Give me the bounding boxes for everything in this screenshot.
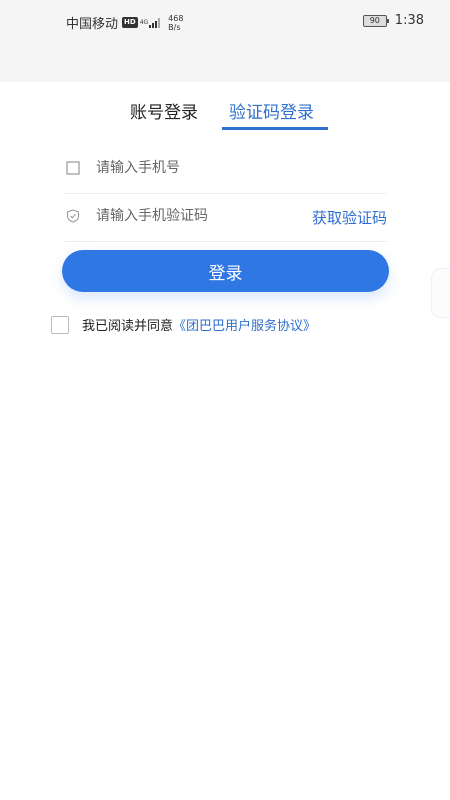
status-left: 中国移动 HD 4G 468 B/s <box>66 13 183 33</box>
login-tabs: 账号登录 验证码登录 <box>0 82 450 132</box>
network-type: 4G <box>139 19 149 26</box>
login-button[interactable]: 登录 <box>62 250 389 292</box>
tab-code-login[interactable]: 验证码登录 <box>229 98 314 123</box>
network-speed: 468 B/s <box>168 14 183 32</box>
hd-badge: HD <box>122 17 138 28</box>
agreement-text: 我已阅读并同意 <box>82 319 174 334</box>
get-code-button[interactable]: 获取验证码 <box>312 207 387 228</box>
tab-account-login[interactable]: 账号登录 <box>130 98 198 123</box>
status-bar: 中国移动 HD 4G 468 B/s 90 1:38 <box>0 0 450 82</box>
shield-icon <box>66 209 80 223</box>
battery-icon: 90 <box>362 14 389 27</box>
side-edge-handle <box>431 268 450 318</box>
carrier-name: 中国移动 <box>66 17 119 32</box>
agreement-link[interactable]: 《团巴巴用户服务协议》 <box>173 315 316 334</box>
code-field: 获取验证码 <box>64 193 387 242</box>
status-right: 90 1:38 <box>362 13 424 28</box>
agree-checkbox[interactable] <box>51 315 69 334</box>
speed-unit: B/s <box>168 22 181 32</box>
speed-value: 468 <box>168 13 184 23</box>
phone-field <box>64 145 387 194</box>
code-input[interactable] <box>96 205 296 227</box>
agreement-row: 我已阅读并同意 《团巴巴用户服务协议》 <box>51 315 316 334</box>
clock: 1:38 <box>394 13 424 28</box>
signal-icon <box>149 17 161 28</box>
active-tab-indicator <box>222 127 328 130</box>
phone-input[interactable] <box>96 157 296 179</box>
phone-icon <box>66 161 80 175</box>
